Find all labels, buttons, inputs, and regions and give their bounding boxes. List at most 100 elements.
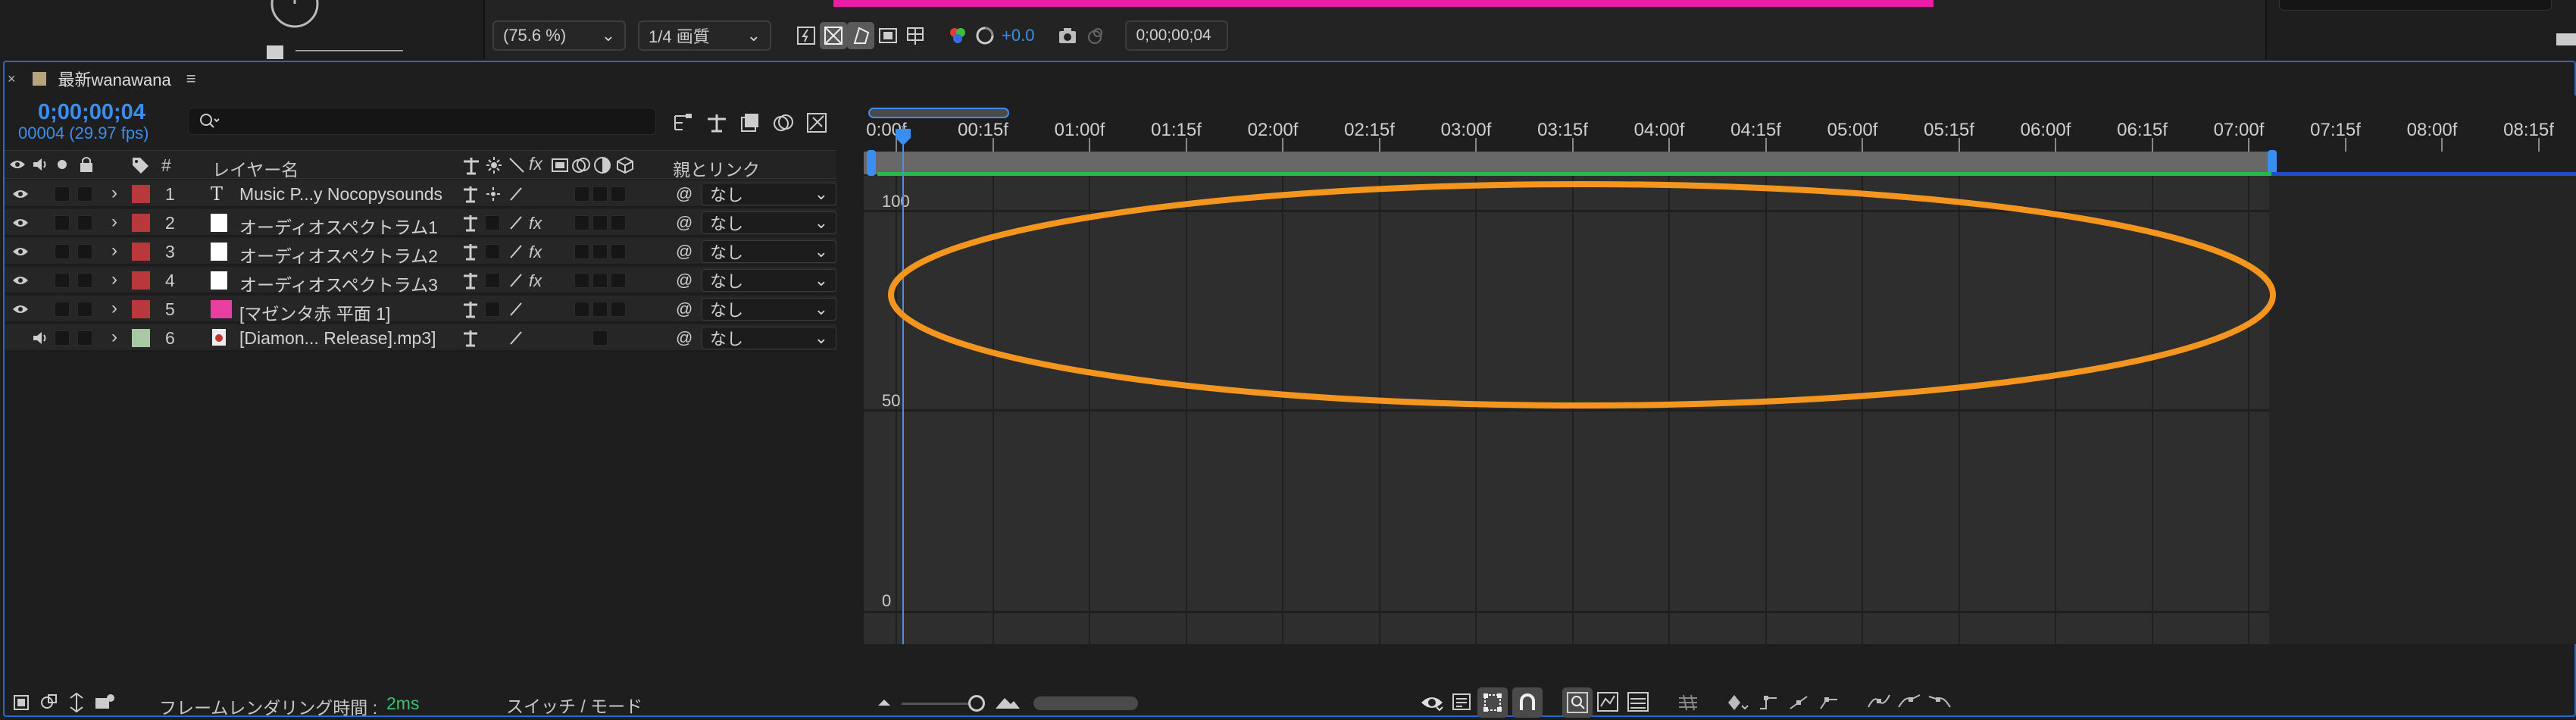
fx-switch-icon[interactable]: fx	[529, 214, 542, 233]
switch-box[interactable]	[485, 273, 500, 288]
expand-switches-icon[interactable]	[39, 692, 59, 713]
solo-icon[interactable]	[56, 158, 68, 171]
flowchart-icon[interactable]	[267, 45, 283, 59]
switch-box[interactable]	[574, 302, 589, 317]
easy-ease-in-icon[interactable]	[1894, 687, 1924, 718]
mask-visibility-icon[interactable]	[847, 22, 874, 49]
grid-guides-icon[interactable]	[902, 22, 929, 49]
show-snapshot-icon[interactable]	[1081, 22, 1108, 49]
render-time-icon[interactable]	[12, 692, 32, 713]
toggle-switches-modes[interactable]: スイッチ / モード	[506, 692, 642, 718]
transparency-grid-icon[interactable]	[820, 22, 847, 49]
parent-dropdown[interactable]: なし ⌄	[702, 269, 836, 292]
eye-icon[interactable]	[12, 217, 29, 229]
hamburger-menu-icon[interactable]: ≡	[186, 69, 196, 89]
switch-box[interactable]	[574, 244, 589, 259]
solo-toggle[interactable]	[55, 273, 70, 288]
switch-box[interactable]	[611, 244, 626, 259]
label-tag-icon[interactable]	[130, 155, 150, 175]
label-color-swatch[interactable]	[132, 185, 150, 203]
fast-preview-icon[interactable]	[792, 22, 820, 49]
pick-whip-icon[interactable]: @	[676, 184, 692, 204]
switch-box[interactable]	[592, 244, 608, 259]
switch-box[interactable]	[485, 215, 500, 230]
zoom-out-icon[interactable]	[876, 695, 893, 710]
parent-dropdown[interactable]: なし ⌄	[702, 298, 836, 321]
shy-layers-icon[interactable]	[733, 108, 767, 138]
easy-ease-out-icon[interactable]	[1924, 687, 1955, 718]
layer-name[interactable]: Music P...y Nocopysounds	[239, 184, 442, 205]
switch-box[interactable]	[592, 273, 608, 288]
zoom-dropdown[interactable]: (75.6 %) ⌄	[492, 20, 626, 51]
draft-3d-icon[interactable]	[700, 108, 733, 138]
label-color-swatch[interactable]	[132, 329, 150, 347]
pick-whip-icon[interactable]: @	[676, 271, 692, 290]
convert-linear-icon[interactable]	[1814, 687, 1844, 718]
graph-type-options-icon[interactable]	[1447, 687, 1477, 718]
convert-auto-bezier-icon[interactable]	[1784, 687, 1814, 718]
quality-slash-icon[interactable]	[508, 185, 524, 203]
color-channels-icon[interactable]	[944, 22, 971, 49]
snapshot-icon[interactable]	[1054, 22, 1081, 49]
right-search-field[interactable]	[2279, 0, 2552, 11]
shy-switch-icon[interactable]	[462, 271, 479, 290]
chevron-right-icon[interactable]: ›	[111, 269, 117, 290]
fx-switch-icon[interactable]: fx	[529, 243, 542, 262]
switch-box[interactable]	[574, 273, 589, 288]
pick-whip-icon[interactable]: @	[676, 328, 692, 348]
switch-box[interactable]	[592, 302, 608, 317]
layer-row[interactable]: › 6 [Diamon... Release].mp3] @ なし ⌄	[5, 324, 836, 352]
lock-icon[interactable]	[79, 155, 94, 174]
switch-box[interactable]	[611, 215, 626, 230]
switch-box[interactable]	[574, 186, 589, 202]
motion-blur-icon[interactable]	[800, 108, 833, 138]
layer-search-input[interactable]	[188, 108, 656, 135]
lock-toggle[interactable]	[77, 273, 92, 288]
work-area-start-handle[interactable]	[867, 150, 876, 176]
lock-toggle[interactable]	[77, 215, 92, 230]
shy-switch-icon[interactable]	[462, 185, 479, 203]
audio-icon[interactable]	[32, 330, 48, 346]
switch-box[interactable]	[611, 302, 626, 317]
eye-icon[interactable]	[12, 246, 29, 258]
layer-name[interactable]: オーディオスペクトラム2	[239, 242, 438, 268]
switch-box[interactable]	[611, 186, 626, 202]
layer-row[interactable]: › 2 オーディオスペクトラム1 fx @ なし ⌄	[5, 209, 836, 239]
layer-row[interactable]: › 1 T Music P...y Nocopysounds @ なし ⌄	[5, 180, 836, 208]
quality-slash-icon[interactable]	[508, 300, 524, 318]
label-color-swatch[interactable]	[132, 243, 150, 261]
eye-icon[interactable]	[9, 157, 26, 172]
switch-box[interactable]	[592, 330, 608, 346]
panel-menu-icon[interactable]	[2555, 30, 2576, 49]
keyframe-diamond-icon[interactable]	[1723, 687, 1753, 718]
quality-slash-icon[interactable]	[508, 214, 524, 232]
auto-zoom-graph-icon[interactable]	[1562, 687, 1593, 718]
pick-whip-icon[interactable]: @	[676, 213, 692, 233]
media-info-icon[interactable]	[94, 692, 117, 713]
graph-visibility-eye-icon[interactable]	[1417, 687, 1447, 718]
frame-blending-icon[interactable]	[767, 108, 800, 138]
stopwatch-icon[interactable]	[268, 0, 321, 30]
pick-whip-icon[interactable]: @	[676, 299, 692, 319]
eye-icon[interactable]	[12, 274, 29, 286]
resolution-dropdown[interactable]: 1/4 画質 ⌄	[638, 20, 771, 51]
switch-box[interactable]	[611, 273, 626, 288]
zoom-slider-track[interactable]	[902, 703, 970, 705]
switch-box[interactable]	[485, 244, 500, 259]
parent-dropdown[interactable]: なし ⌄	[702, 183, 836, 205]
switch-box[interactable]	[485, 302, 500, 317]
layer-row[interactable]: › 3 オーディオスペクトラム2 fx @ なし ⌄	[5, 238, 836, 268]
zoom-slider-thumb[interactable]	[968, 695, 985, 712]
convert-hold-icon[interactable]	[1753, 687, 1784, 718]
solo-toggle[interactable]	[55, 302, 70, 317]
fit-all-curves-icon[interactable]	[1623, 687, 1653, 718]
eye-icon[interactable]	[12, 188, 29, 200]
chevron-right-icon[interactable]: ›	[111, 240, 117, 261]
layer-name[interactable]: オーディオスペクトラム1	[239, 213, 438, 239]
chevron-right-icon[interactable]: ›	[111, 327, 117, 348]
chevron-right-icon[interactable]: ›	[111, 298, 117, 319]
parent-dropdown[interactable]: なし ⌄	[702, 211, 836, 234]
layer-name[interactable]: [マゼンタ赤 平面 1]	[239, 299, 390, 325]
column-layer-name-header[interactable]: レイヤー名	[212, 155, 299, 181]
fx-switch-icon[interactable]: fx	[529, 271, 542, 291]
